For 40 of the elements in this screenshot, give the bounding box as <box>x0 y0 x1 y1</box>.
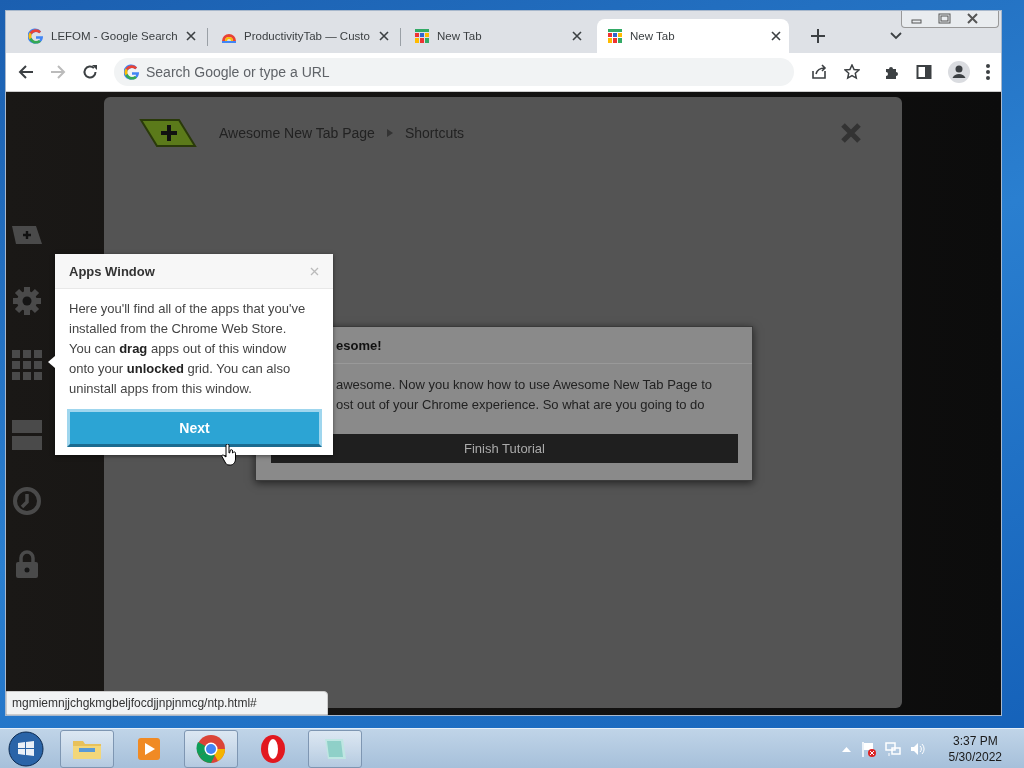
browser-tab[interactable]: New Tab <box>404 19 590 53</box>
reload-icon[interactable] <box>82 64 98 80</box>
popover-title: Apps Window <box>69 264 155 279</box>
start-orb-icon[interactable] <box>8 730 44 767</box>
menu-icon[interactable] <box>986 64 990 80</box>
close-icon[interactable] <box>379 31 389 41</box>
grid-icon <box>414 28 430 44</box>
star-icon[interactable] <box>844 64 860 80</box>
address-bar[interactable]: Search Google or type a URL <box>114 58 794 86</box>
tab-title: ProductivityTab — Custo <box>244 30 370 42</box>
browser-tab[interactable]: LEFOM - Google Search <box>18 19 204 53</box>
google-icon <box>28 28 44 44</box>
share-icon[interactable] <box>810 64 828 80</box>
back-arrow-icon[interactable] <box>18 64 34 80</box>
close-icon[interactable] <box>771 31 781 41</box>
clock-date[interactable]: 5/30/2022 <box>948 748 1002 765</box>
status-url: mgmiemnjjchgkmgbeljfocdjjnpjnmcg/ntp.html# <box>6 691 328 715</box>
add-tab-logo-icon <box>139 117 197 149</box>
side-panel-icon[interactable] <box>916 64 932 80</box>
google-icon <box>124 64 140 80</box>
finish-tutorial-button[interactable]: Finish Tutorial <box>271 434 738 463</box>
dialog-text: ost out of your Chrome experience. So what are you going to do <box>336 396 706 414</box>
plus-icon[interactable] <box>811 29 825 43</box>
tab-title: New Tab <box>437 30 482 42</box>
close-icon[interactable] <box>186 31 196 41</box>
taskbar-button[interactable] <box>184 729 238 768</box>
chrome-icon <box>195 732 227 765</box>
profile-icon[interactable] <box>948 61 970 83</box>
puzzle-icon[interactable] <box>884 64 900 80</box>
browser-tab[interactable]: ProductivityTab — Custo <box>211 19 397 53</box>
chevron-down-icon[interactable] <box>890 32 902 40</box>
browser-tab[interactable]: New Tab <box>597 19 789 53</box>
flag-icon[interactable] <box>859 740 876 757</box>
dialog-text: awesome. Now you know how to use Awesome New Tab Page to <box>336 376 713 394</box>
close-icon[interactable] <box>572 31 582 41</box>
tab-title: LEFOM - Google Search <box>51 30 178 42</box>
clock-time[interactable]: 3:37 PM <box>948 732 1002 749</box>
grid-icon <box>607 28 623 44</box>
breadcrumb-arrow-icon <box>386 129 393 137</box>
tab-title: New Tab <box>630 30 675 42</box>
